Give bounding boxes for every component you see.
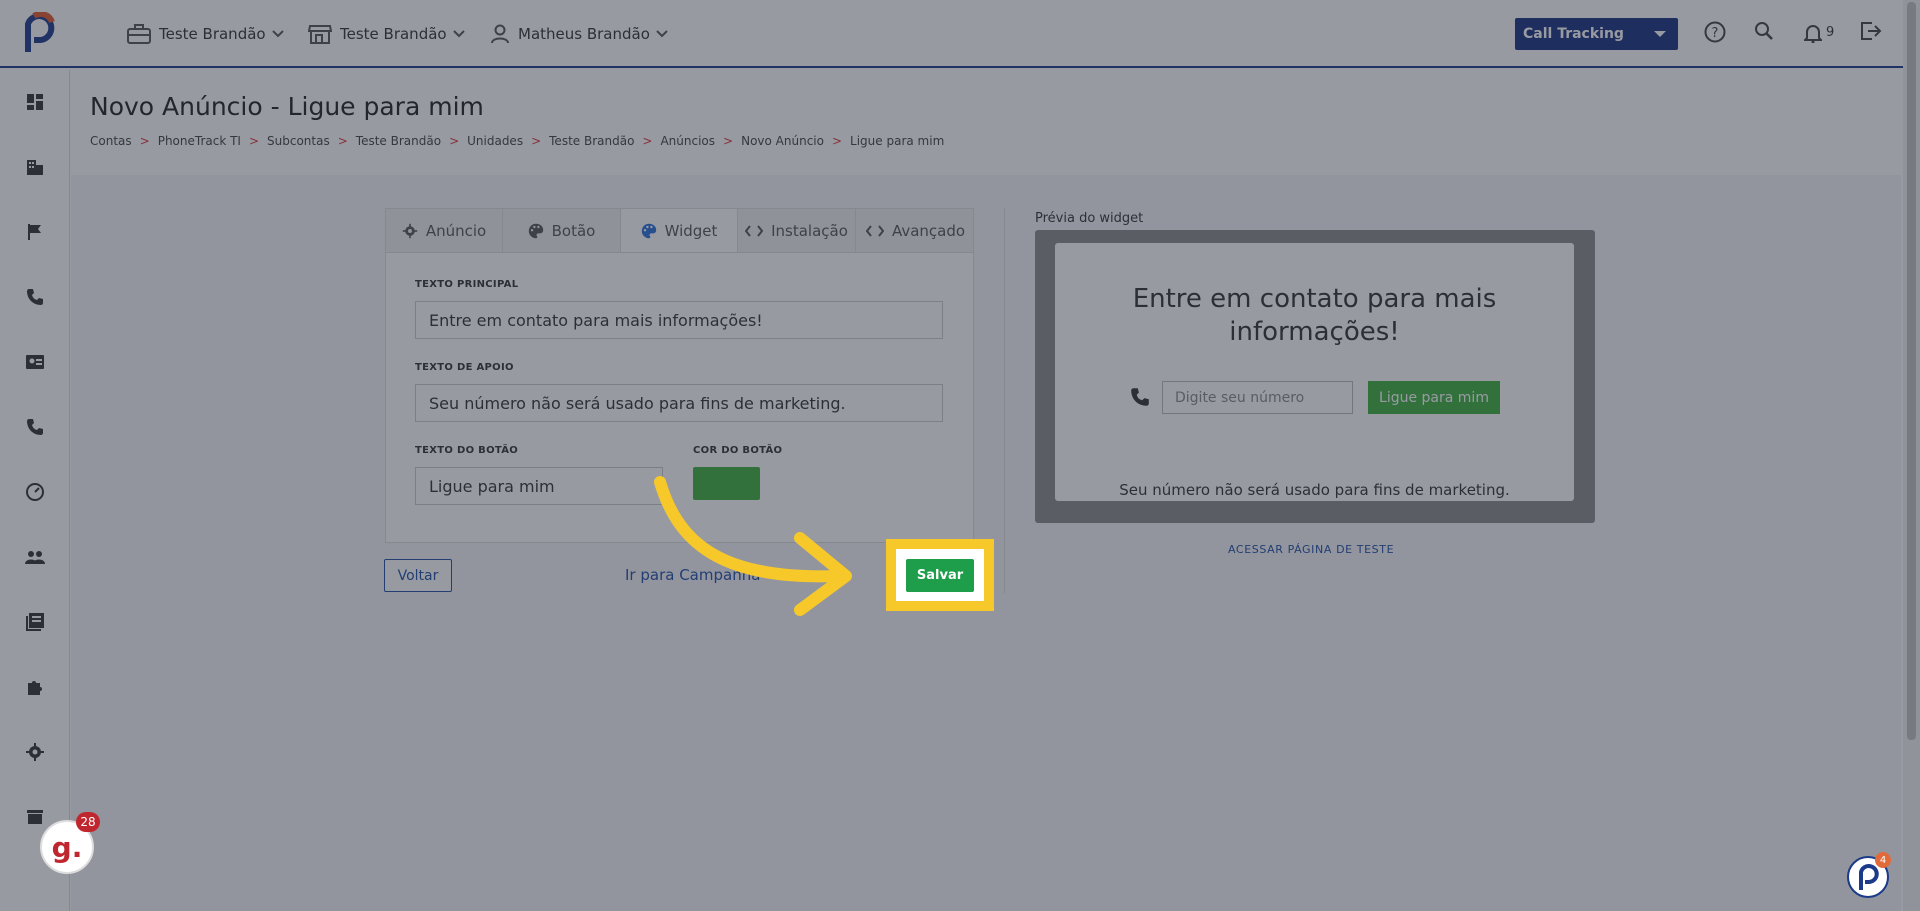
- phone-calls-icon[interactable]: [25, 417, 45, 437]
- users-icon[interactable]: [25, 547, 45, 567]
- button-text-input[interactable]: Ligue para mim: [415, 467, 663, 505]
- button-color-label: COR DO BOTÃO: [693, 445, 783, 456]
- support-badge-count: 4: [1875, 852, 1891, 868]
- account-dropdown[interactable]: Teste Brandão: [127, 22, 284, 46]
- widget-preview: Entre em contato para mais informações! …: [1055, 243, 1574, 501]
- gear-icon[interactable]: [25, 742, 45, 762]
- store-dropdown[interactable]: Teste Brandão: [308, 22, 465, 46]
- preview-support-text: Seu número não será usado para fins de m…: [1119, 481, 1510, 499]
- breadcrumb-item[interactable]: Contas: [90, 134, 132, 148]
- main-text-label: TEXTO PRINCIPAL: [415, 279, 519, 290]
- tab-label: Avançado: [891, 221, 966, 240]
- preview-label: Prévia do widget: [1035, 211, 1144, 226]
- chevron-down-icon: [271, 30, 284, 38]
- preview-phone-input[interactable]: Digite seu número: [1162, 381, 1353, 414]
- dashboard-icon[interactable]: [25, 92, 45, 112]
- breadcrumb-separator: >: [723, 134, 734, 148]
- tutorial-arrow-icon: [654, 476, 852, 616]
- breadcrumb-item[interactable]: Teste Brandão: [549, 134, 634, 148]
- account-label: Teste Brandão: [159, 25, 266, 43]
- caret-down-icon: [1654, 31, 1666, 37]
- breadcrumb: Contas > PhoneTrack TI > Subcontas > Tes…: [90, 134, 944, 148]
- sidebar: [0, 70, 70, 911]
- tab-widget[interactable]: Widget: [621, 209, 738, 252]
- store-label: Teste Brandão: [340, 25, 447, 43]
- support-text-input[interactable]: Seu número não será usado para fins de m…: [415, 384, 943, 422]
- palette-icon: [641, 223, 656, 238]
- briefcase-icon: [127, 24, 151, 44]
- gear-icon: [402, 223, 418, 238]
- phone-icon[interactable]: [25, 287, 45, 307]
- contact-card-icon[interactable]: [25, 352, 45, 372]
- code-icon: [865, 224, 884, 237]
- search-icon[interactable]: [1754, 21, 1774, 41]
- breadcrumb-item[interactable]: Unidades: [467, 134, 523, 148]
- main-text-input[interactable]: Entre em contato para mais informações!: [415, 301, 943, 339]
- preview-title: Entre em contato para mais informações!: [1132, 284, 1497, 347]
- back-button[interactable]: Voltar: [384, 559, 452, 592]
- scrollbar[interactable]: [1903, 0, 1920, 911]
- support-text-label: TEXTO DE APOIO: [415, 362, 514, 373]
- breadcrumb-item[interactable]: Subcontas: [267, 134, 330, 148]
- save-button[interactable]: Salvar: [906, 559, 974, 592]
- save-button-highlight: Salvar: [886, 539, 994, 611]
- user-icon: [491, 24, 509, 44]
- store-icon: [308, 25, 332, 44]
- product-select-label: Call Tracking: [1523, 26, 1624, 42]
- breadcrumb-separator: >: [642, 134, 653, 148]
- tab-bar: Anúncio Botão Widget Instalação Avançado: [385, 208, 974, 252]
- svg-text:?: ?: [1712, 26, 1719, 41]
- preview-call-button[interactable]: Ligue para mim: [1368, 381, 1500, 414]
- breadcrumb-separator: >: [139, 134, 150, 148]
- tab-label: Instalação: [771, 221, 848, 240]
- library-icon[interactable]: [25, 612, 45, 632]
- phone-icon: [1131, 388, 1149, 406]
- test-page-link[interactable]: ACESSAR PÁGINA DE TESTE: [1228, 543, 1394, 556]
- scrollbar-thumb[interactable]: [1907, 2, 1916, 740]
- breadcrumb-separator: >: [337, 134, 348, 148]
- vertical-divider: [1004, 208, 1005, 593]
- chevron-down-icon: [452, 30, 465, 38]
- user-dropdown[interactable]: Matheus Brandão: [490, 22, 668, 46]
- speed-icon[interactable]: [25, 482, 45, 502]
- flag-icon[interactable]: [25, 222, 45, 242]
- logout-icon[interactable]: [1860, 21, 1882, 41]
- breadcrumb-separator: >: [248, 134, 260, 148]
- help-icon[interactable]: ?: [1704, 21, 1726, 43]
- breadcrumb-item[interactable]: Novo Anúncio: [741, 134, 824, 148]
- breadcrumb-item[interactable]: Anúncios: [660, 134, 715, 148]
- breadcrumb-separator: >: [531, 134, 542, 148]
- button-text-label: TEXTO DO BOTÃO: [415, 445, 519, 456]
- g-badge-count: 28: [76, 812, 100, 832]
- store-icon[interactable]: [25, 807, 45, 827]
- tab-instalacao[interactable]: Instalação: [738, 209, 856, 252]
- bell-icon[interactable]: [1804, 23, 1822, 43]
- palette-icon: [528, 223, 543, 238]
- page-header: [71, 70, 1901, 175]
- breadcrumb-separator: >: [831, 134, 843, 148]
- building-icon[interactable]: [25, 157, 45, 177]
- tab-label: Anúncio: [425, 221, 487, 240]
- tab-label: Widget: [664, 221, 718, 240]
- breadcrumb-separator: >: [449, 134, 460, 148]
- breadcrumb-current: Ligue para mim: [850, 134, 945, 148]
- puzzle-icon[interactable]: [25, 677, 45, 697]
- notification-count: 9: [1826, 25, 1835, 40]
- code-icon: [745, 224, 764, 237]
- tab-botao[interactable]: Botão: [503, 209, 621, 252]
- top-bar: Teste Brandão Teste Brandão Matheus Bran…: [0, 0, 1920, 68]
- phonetrack-logo-icon[interactable]: [22, 12, 58, 56]
- chevron-down-icon: [656, 30, 668, 38]
- page-title: Novo Anúncio - Ligue para mim: [90, 92, 484, 121]
- breadcrumb-item[interactable]: Teste Brandão: [356, 134, 441, 148]
- tab-avancado[interactable]: Avançado: [856, 209, 975, 252]
- product-select[interactable]: Call Tracking: [1515, 18, 1678, 50]
- user-label: Matheus Brandão: [518, 25, 650, 43]
- tab-label: Botão: [551, 221, 596, 240]
- tab-anuncio[interactable]: Anúncio: [386, 209, 503, 252]
- breadcrumb-item[interactable]: PhoneTrack TI: [158, 134, 241, 148]
